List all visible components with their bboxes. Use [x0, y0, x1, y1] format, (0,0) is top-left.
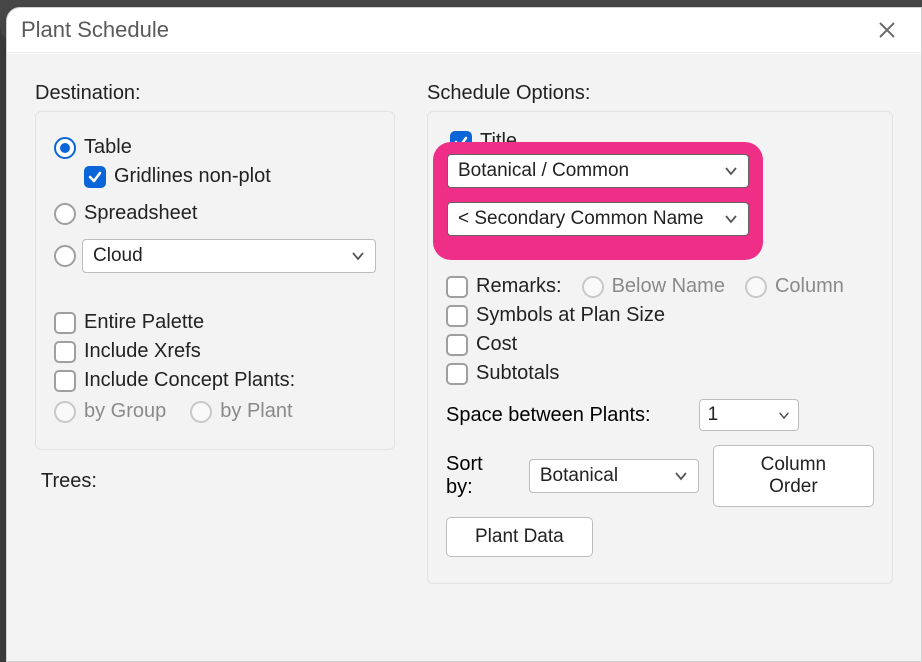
sortby-value: Botanical: [540, 465, 618, 487]
column-order-button[interactable]: Column Order: [713, 445, 874, 507]
by-plant-label: by Plant: [220, 400, 292, 423]
checkbox-gridlines[interactable]: Gridlines non-plot: [84, 165, 376, 188]
radio-cloud[interactable]: [54, 245, 76, 267]
space-value: 1: [708, 404, 719, 426]
checkbox-icon: [446, 305, 468, 327]
checkbox-include-concept[interactable]: Include Concept Plants:: [54, 369, 376, 392]
radio-icon: [54, 245, 76, 267]
radio-icon: [190, 401, 212, 423]
entire-palette-label: Entire Palette: [84, 311, 204, 334]
radio-icon: [582, 276, 604, 298]
cloud-select[interactable]: Cloud: [82, 239, 376, 273]
highlight-annotation: Botanical / Common < Secondary Common Na…: [433, 142, 763, 260]
chevron-down-icon: [778, 411, 790, 420]
checkbox-icon: [446, 276, 468, 298]
radio-by-group: by Group: [54, 400, 166, 423]
below-name-label: Below Name: [612, 275, 725, 298]
plant-data-button[interactable]: Plant Data: [446, 517, 593, 557]
sortby-label: Sort by:: [446, 453, 515, 499]
chevron-down-icon: [674, 471, 688, 481]
checkbox-icon: [446, 363, 468, 385]
radio-icon: [745, 276, 767, 298]
spreadsheet-label: Spreadsheet: [84, 202, 197, 225]
subtotals-label: Subtotals: [476, 362, 559, 385]
secondary-name-value: < Secondary Common Name: [458, 208, 704, 230]
remarks-label: Remarks:: [476, 275, 562, 298]
include-xrefs-label: Include Xrefs: [84, 340, 201, 363]
column-label: Column: [775, 275, 844, 298]
checkbox-cost[interactable]: Cost: [446, 333, 874, 356]
sortby-select[interactable]: Botanical: [529, 459, 699, 493]
radio-table-label: Table: [84, 136, 132, 159]
checkbox-subtotals[interactable]: Subtotals: [446, 362, 874, 385]
space-between-label: Space between Plants:: [446, 404, 651, 427]
radio-spreadsheet[interactable]: Spreadsheet: [54, 202, 376, 225]
checkbox-icon: [54, 370, 76, 392]
radio-table[interactable]: Table: [54, 136, 376, 159]
checkbox-icon: [84, 166, 106, 188]
close-button[interactable]: [873, 16, 901, 44]
cost-label: Cost: [476, 333, 517, 356]
checkbox-symbols[interactable]: Symbols at Plan Size: [446, 304, 874, 327]
checkbox-icon: [54, 341, 76, 363]
gridlines-label: Gridlines non-plot: [114, 165, 271, 188]
radio-column: Column: [745, 275, 844, 298]
radio-below-name: Below Name: [582, 275, 725, 298]
trees-section-label: Trees:: [41, 470, 395, 493]
close-icon: [878, 21, 896, 39]
name-format-select[interactable]: Botanical / Common: [447, 154, 749, 188]
destination-group: Table Gridlines non-plot Spreadsheet: [35, 111, 395, 450]
radio-by-plant: by Plant: [190, 400, 292, 423]
space-between-select[interactable]: 1: [699, 399, 799, 431]
checkbox-icon: [446, 334, 468, 356]
checkbox-entire-palette[interactable]: Entire Palette: [54, 311, 376, 334]
chevron-down-icon: [351, 251, 365, 261]
titlebar: Plant Schedule: [7, 8, 921, 53]
cloud-select-value: Cloud: [93, 245, 143, 267]
dialog-title: Plant Schedule: [21, 17, 169, 43]
checkbox-remarks[interactable]: Remarks:: [446, 275, 562, 298]
radio-icon: [54, 203, 76, 225]
checkbox-icon: [54, 312, 76, 334]
checkbox-include-xrefs[interactable]: Include Xrefs: [54, 340, 376, 363]
chevron-down-icon: [724, 214, 738, 224]
radio-icon: [54, 137, 76, 159]
chevron-down-icon: [724, 166, 738, 176]
plant-schedule-dialog: Plant Schedule Destination: Table: [6, 7, 922, 662]
secondary-name-select[interactable]: < Secondary Common Name: [447, 202, 749, 236]
schedule-options-label: Schedule Options:: [427, 82, 893, 105]
destination-label: Destination:: [35, 82, 395, 105]
symbols-label: Symbols at Plan Size: [476, 304, 665, 327]
by-group-label: by Group: [84, 400, 166, 423]
name-format-value: Botanical / Common: [458, 160, 629, 182]
include-concept-label: Include Concept Plants:: [84, 369, 295, 392]
radio-icon: [54, 401, 76, 423]
